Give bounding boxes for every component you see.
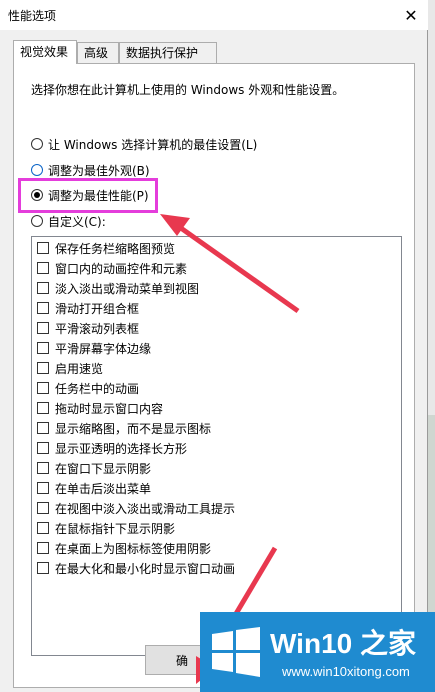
window-title: 性能选项 [8,9,57,23]
watermark-url: www.win10xitong.com [282,664,410,679]
list-item-label: 任务栏中的动画 [55,381,140,396]
list-item-label: 在单击后淡出菜单 [55,481,152,496]
list-item-label: 在桌面上为图标标签使用阴影 [55,541,212,556]
list-item-label: 显示亚透明的选择长方形 [55,441,188,456]
checkbox[interactable] [37,242,49,254]
list-item-label: 在窗口下显示阴影 [55,461,152,476]
list-item-label: 平滑滚动列表框 [55,321,140,336]
radio-custom[interactable]: 自定义(C): [31,212,106,230]
checkbox[interactable] [37,442,49,454]
list-item[interactable]: 在视图中淡入淡出或滑动工具提示 [37,500,235,516]
radio-button[interactable] [31,215,43,227]
list-item[interactable]: 在桌面上为图标标签使用阴影 [37,540,211,556]
radio-button[interactable] [31,138,43,150]
list-item[interactable]: 在窗口下显示阴影 [37,460,151,476]
checkbox[interactable] [37,502,49,514]
list-item[interactable]: 滑动打开组合框 [37,300,139,316]
close-icon[interactable]: ✕ [396,2,426,28]
list-item-label: 在最大化和最小化时显示窗口动画 [55,561,236,576]
tab-advanced[interactable]: 高级 [77,42,119,63]
list-item[interactable]: 平滑屏幕字体边缘 [37,340,151,356]
tab-visual-effects[interactable]: 视觉效果 [13,40,77,64]
highlight-box [18,178,158,213]
list-item[interactable]: 拖动时显示窗口内容 [37,400,163,416]
background-desktop-right [428,0,435,692]
checkbox[interactable] [37,362,49,374]
list-item-label: 在鼠标指针下显示阴影 [55,521,176,536]
list-item[interactable]: 任务栏中的动画 [37,380,139,396]
list-item-label: 启用速览 [55,361,104,376]
checkbox[interactable] [37,542,49,554]
windows-logo-icon [212,627,260,677]
list-item-label: 在视图中淡入淡出或滑动工具提示 [55,501,236,516]
checkbox[interactable] [37,462,49,474]
list-item[interactable]: 在单击后淡出菜单 [37,480,151,496]
checkbox[interactable] [37,262,49,274]
list-item[interactable]: 淡入淡出或滑动菜单到视图 [37,280,199,296]
list-item-label: 显示缩略图，而不是显示图标 [55,421,212,436]
checkbox[interactable] [37,402,49,414]
watermark-banner: Win10 之家 www.win10xitong.com [200,612,435,692]
list-item[interactable]: 显示缩略图，而不是显示图标 [37,420,211,436]
list-item-label: 拖动时显示窗口内容 [55,401,164,416]
radio-let-windows-choose[interactable]: 让 Windows 选择计算机的最佳设置(L) [31,135,257,153]
radio-label: 调整为最佳外观(B) [48,163,150,178]
checkbox[interactable] [37,482,49,494]
performance-options-dialog: 性能选项 ✕ 视觉效果 高级 数据执行保护 选择你想在此计算机上使用的 Wind… [0,0,428,692]
checkbox[interactable] [37,522,49,534]
tab-data-execution-prevention[interactable]: 数据执行保护 [119,42,217,63]
list-item-label: 平滑屏幕字体边缘 [55,341,152,356]
ok-button-label: 确 [176,653,189,668]
checkbox[interactable] [37,422,49,434]
description-text: 选择你想在此计算机上使用的 Windows 外观和性能设置。 [31,83,345,97]
visual-effects-list[interactable]: 保存任务栏缩略图预览 窗口内的动画控件和元素 淡入淡出或滑动菜单到视图 滑动打开… [31,236,402,656]
list-item-label: 淡入淡出或滑动菜单到视图 [55,281,200,296]
list-item[interactable]: 显示亚透明的选择长方形 [37,440,187,456]
list-item[interactable]: 启用速览 [37,360,103,376]
list-item[interactable]: 在鼠标指针下显示阴影 [37,520,175,536]
checkbox[interactable] [37,382,49,394]
checkbox[interactable] [37,342,49,354]
radio-label: 让 Windows 选择计算机的最佳设置(L) [48,137,258,152]
radio-label: 自定义(C): [48,214,106,229]
watermark-title: Win10 之家 [270,628,416,659]
checkbox[interactable] [37,282,49,294]
list-item-label: 滑动打开组合框 [55,301,140,316]
list-item-label: 窗口内的动画控件和元素 [55,261,188,276]
title-bar: 性能选项 ✕ [0,0,428,30]
checkbox[interactable] [37,322,49,334]
list-item[interactable]: 窗口内的动画控件和元素 [37,260,187,276]
checkbox[interactable] [37,562,49,574]
checkbox[interactable] [37,302,49,314]
radio-best-appearance[interactable]: 调整为最佳外观(B) [31,161,150,179]
list-item[interactable]: 平滑滚动列表框 [37,320,139,336]
list-item[interactable]: 保存任务栏缩略图预览 [37,240,175,256]
radio-button[interactable] [31,164,43,176]
list-item[interactable]: 在最大化和最小化时显示窗口动画 [37,560,235,576]
list-item-label: 保存任务栏缩略图预览 [55,241,176,256]
